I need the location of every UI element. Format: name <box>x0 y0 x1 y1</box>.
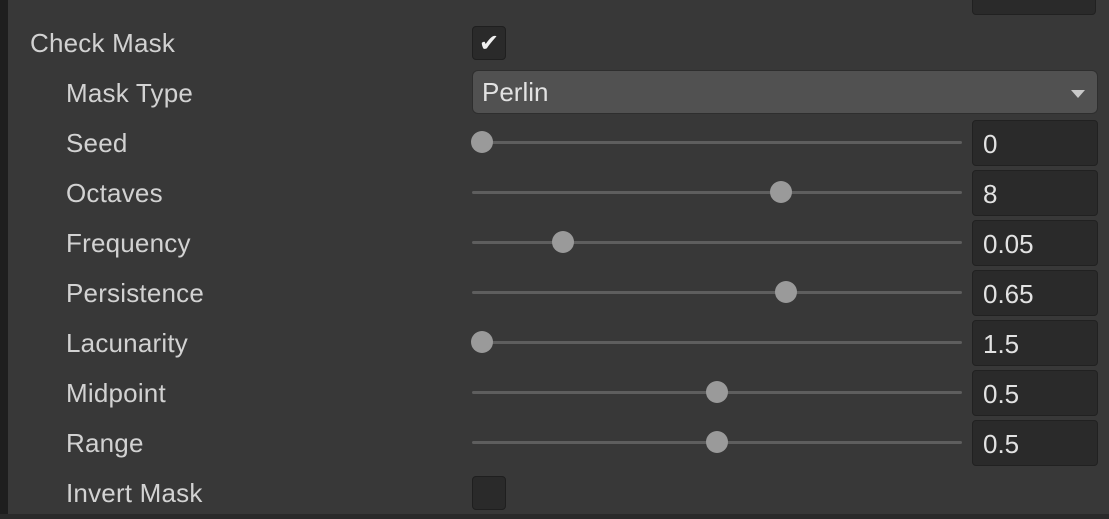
chevron-down-icon <box>1071 90 1085 98</box>
midpoint-slider-thumb[interactable] <box>706 381 728 403</box>
lacunarity-slider-thumb[interactable] <box>470 331 493 353</box>
midpoint-label: Midpoint <box>66 378 166 408</box>
invert-mask-checkbox[interactable] <box>472 476 506 510</box>
seed-slider-track[interactable] <box>472 141 962 144</box>
partial-field-above[interactable] <box>972 0 1096 15</box>
range-field[interactable]: 0.5 <box>972 420 1098 466</box>
mask-type-value: Perlin <box>482 77 549 107</box>
inspector-panel: Check Mask ✔ Mask Type Perlin Seed 0 Oct… <box>0 0 1109 519</box>
check-mask-checkbox[interactable]: ✔ <box>472 26 506 60</box>
persistence-value: 0.65 <box>983 279 1034 309</box>
lacunarity-label: Lacunarity <box>66 328 188 358</box>
octaves-label: Octaves <box>66 178 163 208</box>
midpoint-field[interactable]: 0.5 <box>972 370 1098 416</box>
frequency-value: 0.05 <box>983 229 1034 259</box>
mask-type-dropdown[interactable]: Perlin <box>472 70 1098 114</box>
seed-slider-thumb[interactable] <box>470 131 493 153</box>
range-label: Range <box>66 428 144 458</box>
lacunarity-value: 1.5 <box>983 329 1020 359</box>
panel-bottom-edge <box>0 514 1109 519</box>
frequency-label: Frequency <box>66 228 191 258</box>
checkmark-icon: ✔ <box>478 29 500 57</box>
octaves-slider-thumb[interactable] <box>769 181 792 203</box>
persistence-slider-thumb[interactable] <box>774 281 797 303</box>
octaves-slider-track[interactable] <box>472 191 962 194</box>
panel-left-edge <box>0 0 8 519</box>
persistence-label: Persistence <box>66 278 205 308</box>
frequency-slider-thumb[interactable] <box>551 231 574 253</box>
range-slider-thumb[interactable] <box>706 431 728 453</box>
invert-mask-label: Invert Mask <box>66 478 203 508</box>
persistence-slider-track[interactable] <box>472 291 962 294</box>
seed-field[interactable]: 0 <box>972 120 1098 166</box>
lacunarity-field[interactable]: 1.5 <box>972 320 1098 366</box>
octaves-value: 8 <box>983 179 998 209</box>
persistence-field[interactable]: 0.65 <box>972 270 1098 316</box>
seed-label: Seed <box>66 128 128 158</box>
check-mask-label: Check Mask <box>30 28 176 58</box>
octaves-field[interactable]: 8 <box>972 170 1098 216</box>
seed-value: 0 <box>983 129 998 159</box>
frequency-field[interactable]: 0.05 <box>972 220 1098 266</box>
lacunarity-slider-track[interactable] <box>472 341 962 344</box>
midpoint-value: 0.5 <box>983 379 1020 409</box>
range-value: 0.5 <box>983 429 1020 459</box>
mask-type-label: Mask Type <box>66 78 194 108</box>
frequency-slider-track[interactable] <box>472 241 962 244</box>
